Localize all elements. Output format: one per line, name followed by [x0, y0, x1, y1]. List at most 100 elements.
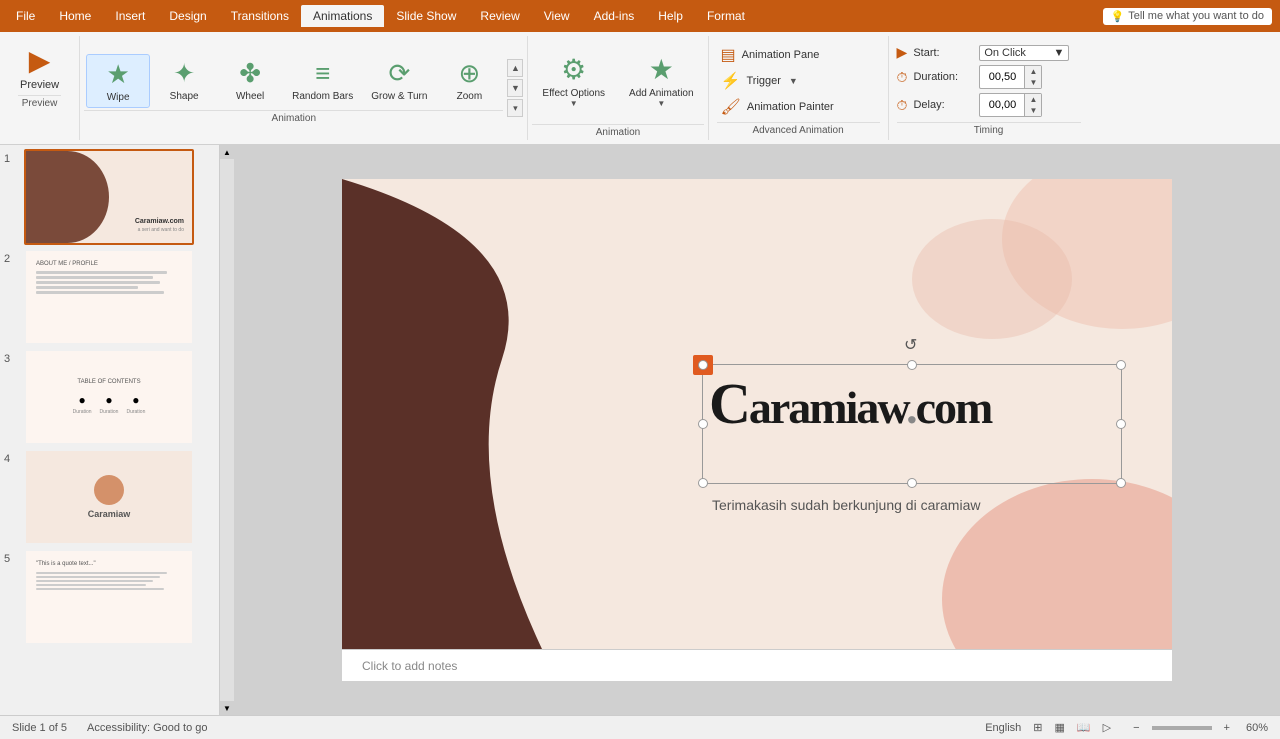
anim-zoom[interactable]: ⊕ Zoom — [437, 54, 501, 108]
tab-insert[interactable]: Insert — [103, 5, 157, 27]
handle-ne[interactable] — [1116, 360, 1126, 370]
gallery-scroll-up[interactable]: ▲ — [507, 59, 523, 77]
delay-row: ⏱ Delay: 00,00 ▲ ▼ — [897, 93, 1081, 117]
status-bar: Slide 1 of 5 Accessibility: Good to go E… — [0, 715, 1280, 739]
anim-wheel[interactable]: ✤ Wheel — [218, 54, 282, 108]
s4-circle — [94, 475, 124, 505]
start-label: Start: — [913, 47, 973, 59]
zoom-out-icon[interactable]: − — [1133, 722, 1139, 734]
tab-review[interactable]: Review — [468, 5, 531, 27]
slide-img-1[interactable]: Caramiaw.com a seri and want to do — [24, 149, 194, 245]
preview-section: ▶ Preview Preview — [0, 36, 80, 140]
rotate-handle[interactable]: ↺ — [904, 335, 917, 355]
anim-wipe[interactable]: ★ Wipe — [86, 54, 150, 108]
slide-img-5[interactable]: "This is a quote text..." — [24, 549, 194, 645]
grow-turn-icon: ⟳ — [388, 58, 410, 89]
animation-painter-button[interactable]: 🖌 Animation Painter — [717, 96, 880, 118]
duration-down[interactable]: ▼ — [1025, 77, 1041, 88]
view-reading-icon[interactable]: 📖 — [1077, 721, 1091, 734]
slide-panel: 1 Caramiaw.com a seri and want to do 2 A… — [0, 145, 220, 715]
anim-grow-turn[interactable]: ⟳ Grow & Turn — [363, 54, 435, 108]
start-dropdown-arrow: ▼ — [1053, 47, 1064, 59]
delay-value: 00,00 — [980, 98, 1024, 112]
wipe-label: Wipe — [107, 92, 130, 103]
subtitle-container: Terimakasih sudah berkunjung di caramiaw — [712, 497, 980, 513]
view-normal-icon[interactable]: ⊞ — [1033, 721, 1042, 734]
handle-se[interactable] — [1116, 478, 1126, 488]
slide-thumb-1[interactable]: 1 Caramiaw.com a seri and want to do — [4, 149, 215, 245]
effect-options-button[interactable]: ⚙ Effect Options ▼ — [532, 49, 615, 112]
handle-sw[interactable] — [698, 478, 708, 488]
preview-button[interactable]: ▶ Preview — [12, 40, 67, 95]
random-bars-label: Random Bars — [292, 91, 353, 102]
animation-pane-icon: ▤ — [721, 45, 736, 65]
zoom-slider[interactable] — [1152, 726, 1212, 730]
delay-down[interactable]: ▼ — [1025, 105, 1041, 116]
slide-num-3: 3 — [4, 349, 18, 365]
view-slide-icon[interactable]: ▦ — [1055, 721, 1065, 734]
add-animation-button[interactable]: ★ Add Animation ▼ — [619, 49, 704, 112]
trigger-icon: ⚡ — [721, 71, 741, 91]
slide-img-4[interactable]: Caramiaw — [24, 449, 194, 545]
shape-label: Shape — [170, 91, 199, 102]
slide-thumb-5[interactable]: 5 "This is a quote text..." — [4, 549, 215, 645]
s2-heading: ABOUT ME / PROFILE — [36, 261, 182, 267]
timing-section: ▶ Start: On Click ▼ ⏱ Duration: 00,50 ▲ … — [889, 36, 1089, 140]
tab-view[interactable]: View — [532, 5, 582, 27]
start-dropdown[interactable]: On Click ▼ — [979, 45, 1069, 61]
main-title: Caramiaw.com — [709, 382, 991, 433]
trigger-arrow: ▼ — [789, 76, 798, 86]
gallery-scroll-more[interactable]: ▾ — [507, 99, 523, 117]
duration-spinner[interactable]: 00,50 ▲ ▼ — [979, 65, 1042, 89]
s3-heading: TABLE OF CONTENTS — [77, 379, 140, 385]
tab-help[interactable]: Help — [646, 5, 695, 27]
gallery-scroll-down[interactable]: ▼ — [507, 79, 523, 97]
s3-item3: ● Duration — [126, 393, 145, 415]
tab-file[interactable]: File — [4, 5, 47, 27]
anim-random-bars[interactable]: ≡ Random Bars — [284, 54, 361, 108]
view-slideshow-icon[interactable]: ▷ — [1103, 721, 1111, 734]
add-animation-arrow: ▼ — [657, 99, 665, 108]
slide-thumb-2[interactable]: 2 ABOUT ME / PROFILE — [4, 249, 215, 345]
s3-item1: ● Duration — [73, 393, 92, 415]
delay-spinner[interactable]: 00,00 ▲ ▼ — [979, 93, 1042, 117]
timing-section-label: Timing — [897, 122, 1081, 136]
accessibility-info: Accessibility: Good to go — [87, 722, 207, 734]
animation-pane-label: Animation Pane — [742, 49, 820, 61]
trigger-button[interactable]: ⚡ Trigger ▼ — [717, 70, 880, 92]
notes-bar[interactable]: Click to add notes — [342, 649, 1172, 681]
tab-animations[interactable]: Animations — [301, 5, 384, 27]
tab-design[interactable]: Design — [157, 5, 218, 27]
handle-nw[interactable] — [698, 360, 708, 370]
slide-thumb-4[interactable]: 4 Caramiaw — [4, 449, 215, 545]
tab-format[interactable]: Format — [695, 5, 757, 27]
handle-s[interactable] — [907, 478, 917, 488]
slide-panel-scrollbar[interactable]: ▲ ▼ — [220, 145, 234, 715]
title-dot: . — [906, 382, 916, 433]
selected-text-box[interactable]: ↺ 1 Caramiaw.com — [702, 364, 1122, 484]
slide-info: Slide 1 of 5 — [12, 722, 67, 734]
zoom-in-icon[interactable]: + — [1224, 722, 1230, 734]
slide-thumb-3[interactable]: 3 TABLE OF CONTENTS ● Duration ● Duratio… — [4, 349, 215, 445]
handle-n[interactable] — [907, 360, 917, 370]
tab-addins[interactable]: Add-ins — [582, 5, 647, 27]
tab-transitions[interactable]: Transitions — [219, 5, 301, 27]
slide-img-2[interactable]: ABOUT ME / PROFILE — [24, 249, 194, 345]
delay-up[interactable]: ▲ — [1025, 94, 1041, 105]
main-area: 1 Caramiaw.com a seri and want to do 2 A… — [0, 145, 1280, 715]
duration-up[interactable]: ▲ — [1025, 66, 1041, 77]
slide-img-3[interactable]: TABLE OF CONTENTS ● Duration ● Duration — [24, 349, 194, 445]
tell-me-area: 💡 Tell me what you want to do — [1103, 8, 1280, 25]
tab-slideshow[interactable]: Slide Show — [384, 5, 468, 27]
animation-gallery: ★ Wipe ✦ Shape ✤ Wheel ≡ — [84, 50, 523, 126]
slide-scroll-down[interactable]: ▼ — [220, 701, 234, 715]
start-value: On Click — [984, 47, 1026, 59]
subtitle-text: Terimakasih sudah berkunjung di caramiaw — [712, 497, 980, 513]
main-slide-canvas[interactable]: ↺ 1 Caramiaw.com — [342, 179, 1172, 649]
tab-home[interactable]: Home — [47, 5, 103, 27]
anim-shape[interactable]: ✦ Shape — [152, 54, 216, 108]
grow-turn-label: Grow & Turn — [371, 91, 427, 102]
slide-scroll-up[interactable]: ▲ — [220, 145, 234, 159]
tell-me-input[interactable]: 💡 Tell me what you want to do — [1103, 8, 1272, 25]
animation-pane-button[interactable]: ▤ Animation Pane — [717, 44, 880, 66]
